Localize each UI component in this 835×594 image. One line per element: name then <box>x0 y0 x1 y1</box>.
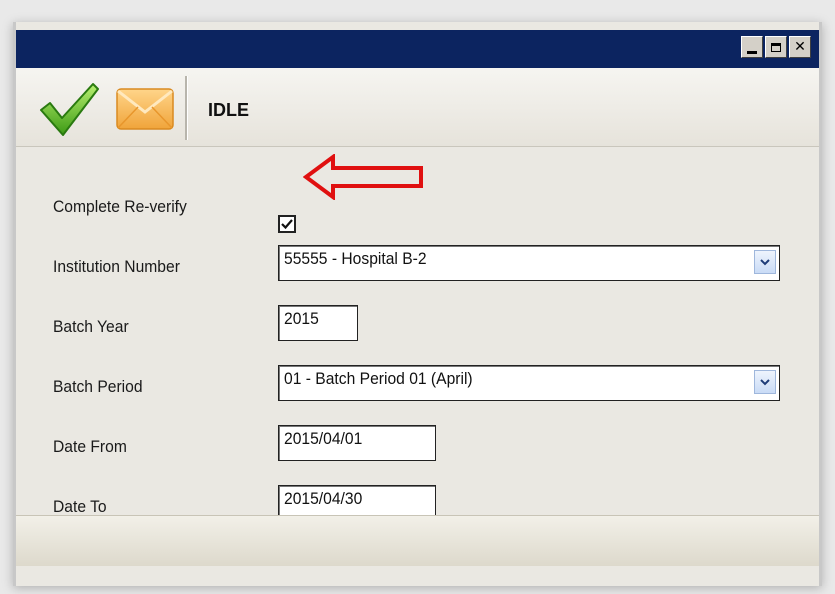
batch-year-value: 2015 <box>284 309 319 328</box>
institution-number-select[interactable]: 55555 - Hospital B-2 <box>278 245 780 281</box>
close-icon: ✕ <box>794 39 806 55</box>
date-from-value: 2015/04/01 <box>284 429 363 448</box>
status-footer <box>16 515 819 566</box>
envelope-icon[interactable] <box>116 88 174 130</box>
form-panel: Complete Re-verify Institution Number 55… <box>16 147 819 521</box>
batch-year-label: Batch Year <box>53 317 129 336</box>
chevron-down-icon <box>760 378 770 385</box>
date-to-value: 2015/04/30 <box>284 489 363 508</box>
batch-period-select[interactable]: 01 - Batch Period 01 (April) <box>278 365 780 401</box>
toolbar-separator <box>185 76 188 140</box>
batch-period-label: Batch Period <box>53 377 143 396</box>
date-from-label: Date From <box>53 437 127 456</box>
maximize-icon <box>771 42 781 52</box>
checkbox-check-icon <box>281 219 293 230</box>
institution-dropdown-button[interactable] <box>754 250 776 274</box>
institution-number-value: 55555 - Hospital B-2 <box>284 249 427 268</box>
institution-number-label: Institution Number <box>53 257 180 276</box>
date-to-label: Date To <box>53 497 107 516</box>
complete-reverify-checkbox[interactable] <box>278 215 296 233</box>
close-button[interactable]: ✕ <box>789 36 811 58</box>
batch-period-dropdown-button[interactable] <box>754 370 776 394</box>
batch-year-input[interactable]: 2015 <box>278 305 358 341</box>
status-text: IDLE <box>208 100 250 120</box>
complete-reverify-label: Complete Re-verify <box>53 197 187 216</box>
batch-period-value: 01 - Batch Period 01 (April) <box>284 369 473 388</box>
window-controls: ✕ <box>741 36 811 58</box>
chevron-down-icon <box>760 258 770 265</box>
red-arrow-annotation <box>303 154 423 200</box>
date-from-input[interactable]: 2015/04/01 <box>278 425 436 461</box>
toolbar: IDLE <box>16 68 819 147</box>
app-window: ✕ IDLE Complete Re-verify Institution Nu… <box>13 22 822 586</box>
title-bar: ✕ <box>16 30 819 68</box>
minimize-button[interactable] <box>741 36 763 58</box>
maximize-button[interactable] <box>765 36 787 58</box>
minimize-icon <box>747 50 757 54</box>
checkmark-icon[interactable] <box>38 80 100 138</box>
